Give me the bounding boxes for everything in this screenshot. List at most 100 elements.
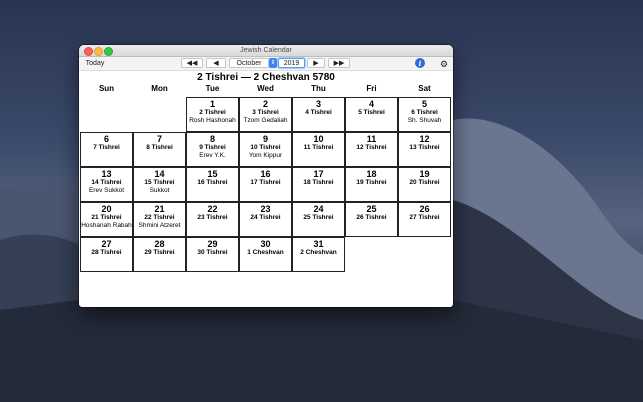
gregorian-date: 25 — [366, 204, 377, 214]
day-cell[interactable]: 22 23 Tishrei — [186, 202, 239, 237]
gregorian-date: 14 — [154, 169, 165, 179]
gregorian-date: 29 — [207, 239, 218, 249]
holiday-label: Erev Y.K. — [199, 152, 226, 159]
gregorian-date: 12 — [419, 134, 430, 144]
gear-icon[interactable]: ⚙ — [439, 58, 449, 69]
day-cell[interactable]: 28 29 Tishrei — [133, 237, 186, 272]
hebrew-date: 27 Tishrei — [409, 214, 440, 221]
year-stepper[interactable]: ⇕ — [269, 58, 277, 68]
hebrew-date: 1 Cheshvan — [247, 249, 284, 256]
month-display: October — [229, 58, 269, 68]
day-cell[interactable]: 11 12 Tishrei — [345, 132, 398, 167]
gregorian-date: 24 — [313, 204, 324, 214]
hebrew-date: 15 Tishrei — [144, 179, 175, 186]
gregorian-date: 15 — [207, 169, 218, 179]
info-icon[interactable]: i — [415, 58, 425, 68]
day-cell[interactable]: 29 30 Tishrei — [186, 237, 239, 272]
day-cell[interactable]: 12 13 Tishrei — [398, 132, 451, 167]
holiday-label: Rosh Hashonah — [189, 117, 236, 124]
day-cell[interactable]: 9 10 Tishrei Yom Kippur — [239, 132, 292, 167]
hebrew-date: 13 Tishrei — [409, 144, 440, 151]
gregorian-date: 11 — [366, 134, 377, 144]
gregorian-date: 27 — [101, 239, 112, 249]
gregorian-date: 20 — [101, 204, 112, 214]
day-cell[interactable]: 10 11 Tishrei — [292, 132, 345, 167]
day-cell[interactable]: 13 14 Tishrei Erev Sukkot — [80, 167, 133, 202]
hebrew-date: 19 Tishrei — [356, 179, 387, 186]
hebrew-date: 24 Tishrei — [250, 214, 281, 221]
gregorian-date: 17 — [313, 169, 324, 179]
year-input[interactable]: 2019 — [278, 58, 305, 68]
title-bar[interactable]: Jewish Calendar — [79, 45, 453, 57]
weekday-header: Tue — [205, 84, 220, 93]
gregorian-date: 5 — [421, 99, 427, 109]
day-cell[interactable]: 34 Tishrei — [292, 97, 345, 132]
window-title: Jewish Calendar — [240, 47, 292, 54]
hebrew-date: 2 Tishrei — [199, 109, 226, 116]
day-cell[interactable]: 30 1 Cheshvan — [239, 237, 292, 272]
gregorian-date: 19 — [419, 169, 430, 179]
gregorian-date: 22 — [207, 204, 218, 214]
weekday-header: Mon — [151, 84, 168, 93]
day-cell[interactable]: 12 Tishrei Rosh Hashonah — [186, 97, 239, 132]
day-cell[interactable]: 14 15 Tishrei Sukkot — [133, 167, 186, 202]
previous-month-button[interactable]: ◀ — [206, 58, 226, 68]
gregorian-date: 1 — [209, 99, 215, 109]
day-cell[interactable]: 19 20 Tishrei — [398, 167, 451, 202]
hebrew-date: 25 Tishrei — [303, 214, 334, 221]
gregorian-date: 7 — [156, 134, 162, 144]
gregorian-date: 21 — [154, 204, 165, 214]
day-cell[interactable]: 21 22 Tishrei Shmini Atzeret — [133, 202, 186, 237]
holiday-label: Hoshanah Rabah — [81, 222, 132, 229]
day-cell[interactable]: 23 24 Tishrei — [239, 202, 292, 237]
hebrew-date: 4 Tishrei — [305, 109, 332, 116]
gregorian-date: 23 — [260, 204, 271, 214]
weekday-header: Sat — [418, 84, 431, 93]
day-cell[interactable]: 31 2 Cheshvan — [292, 237, 345, 272]
day-cell[interactable]: 24 25 Tishrei — [292, 202, 345, 237]
previous-year-button[interactable]: ◀◀ — [181, 58, 203, 68]
weekday-header: Sun — [98, 84, 115, 93]
gregorian-date: 30 — [260, 239, 271, 249]
day-cell[interactable]: 45 Tishrei — [345, 97, 398, 132]
gregorian-date: 26 — [419, 204, 430, 214]
day-cell[interactable]: 25 26 Tishrei — [345, 202, 398, 237]
day-cell[interactable]: 20 21 Tishrei Hoshanah Rabah — [80, 202, 133, 237]
day-cell[interactable]: 15 16 Tishrei — [186, 167, 239, 202]
next-month-button[interactable]: ▶ — [307, 58, 325, 68]
day-cell[interactable]: 89 Tishrei Erev Y.K. — [186, 132, 239, 167]
day-cell[interactable]: 56 Tishrei Sh. Shuvah — [398, 97, 451, 132]
hebrew-date: 28 Tishrei — [91, 249, 122, 256]
hebrew-date: 23 Tishrei — [197, 214, 228, 221]
hebrew-date: 21 Tishrei — [91, 214, 122, 221]
day-cell[interactable]: 27 28 Tishrei — [80, 237, 133, 272]
gregorian-date: 6 — [103, 134, 109, 144]
holiday-label: Sh. Shuvah — [407, 117, 442, 124]
day-cell[interactable]: 23 Tishrei Tzom Gedaliah — [239, 97, 292, 132]
weekday-header: Thu — [311, 84, 326, 93]
gregorian-date: 10 — [313, 134, 324, 144]
hebrew-date: 5 Tishrei — [358, 109, 385, 116]
holiday-label: Tzom Gedaliah — [243, 117, 288, 124]
hebrew-date: 8 Tishrei — [146, 144, 173, 151]
hebrew-date: 17 Tishrei — [250, 179, 281, 186]
day-cell[interactable]: 67 Tishrei — [80, 132, 133, 167]
hebrew-date: 20 Tishrei — [409, 179, 440, 186]
next-year-button[interactable]: ▶▶ — [328, 58, 350, 68]
gregorian-date: 31 — [313, 239, 324, 249]
day-cell[interactable]: 17 18 Tishrei — [292, 167, 345, 202]
day-cell[interactable]: 26 27 Tishrei — [398, 202, 451, 237]
holiday-label: Shmini Atzeret — [138, 222, 181, 229]
day-cell[interactable]: 16 17 Tishrei — [239, 167, 292, 202]
hebrew-date: 18 Tishrei — [303, 179, 334, 186]
hebrew-date: 3 Tishrei — [252, 109, 279, 116]
day-cell[interactable]: 78 Tishrei — [133, 132, 186, 167]
gregorian-date: 18 — [366, 169, 377, 179]
hebrew-date: 30 Tishrei — [197, 249, 228, 256]
gregorian-date: 3 — [315, 99, 321, 109]
today-button[interactable]: Today — [82, 58, 108, 68]
hebrew-date: 16 Tishrei — [197, 179, 228, 186]
gregorian-date: 13 — [101, 169, 112, 179]
gregorian-date: 28 — [154, 239, 165, 249]
day-cell[interactable]: 18 19 Tishrei — [345, 167, 398, 202]
